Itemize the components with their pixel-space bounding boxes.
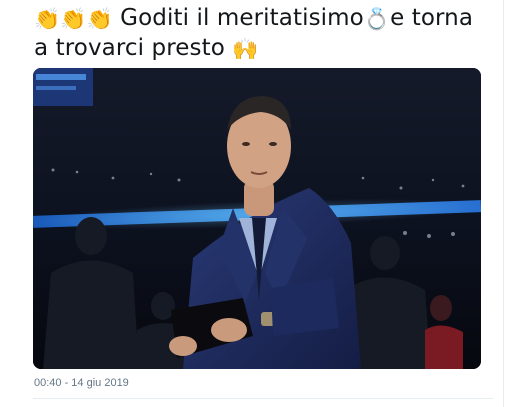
divider — [33, 398, 493, 399]
column-border — [503, 0, 504, 407]
tweet-card: 👏👏👏 Goditi il meritatisimo💍e torna a tro… — [0, 0, 513, 407]
tweet-text: 👏👏👏 Goditi il meritatisimo💍e torna a tro… — [34, 4, 494, 64]
tweet-photo[interactable] — [33, 68, 481, 369]
tweet-timestamp[interactable]: 00:40 - 14 giu 2019 — [34, 377, 129, 389]
tweet-text-part1: Goditi il meritatisimo — [112, 5, 364, 31]
coach-photo-illustration — [33, 68, 481, 369]
raising-hands-icon: 🙌 — [232, 37, 259, 61]
ring-icon: 💍 — [363, 7, 391, 31]
clapping-hands-icon: 👏👏👏 — [34, 7, 113, 31]
